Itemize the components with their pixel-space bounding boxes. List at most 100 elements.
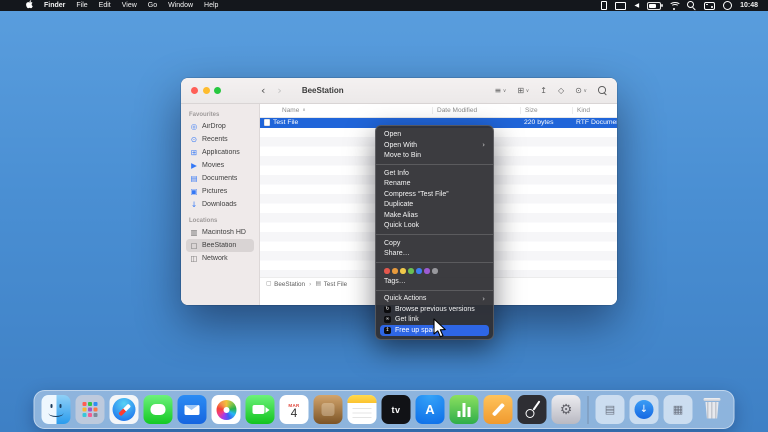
path-crumb-test-file[interactable]: ▤ Test File [316,281,348,288]
dock-item-safari[interactable] [109,395,139,424]
menubar-item-file[interactable]: File [76,2,87,9]
versions-icon: ↻ [384,305,391,313]
view-list-button[interactable]: ≡ ∨ [495,86,507,95]
context-menu-item-rename[interactable]: Rename [376,179,493,190]
tag-dot-1[interactable] [392,268,398,274]
menubar-clock[interactable]: 10:48 [740,2,758,9]
spotlight-search-icon[interactable] [687,1,696,11]
sidebar-item-airdrop[interactable]: ◎ AirDrop [186,120,254,133]
file-icon [264,119,270,127]
dock-item-garageband[interactable] [517,395,547,424]
menubar-item-window[interactable]: Window [168,2,193,9]
dock-item-app-store[interactable]: A [415,395,445,424]
menubar-status-area: ◀ 10:48 [601,1,758,11]
column-headers: Name ∧ Date Modified Size Kind [260,104,617,118]
context-menu-item-browse-previous-versions[interactable]: ↻ Browse previous versions [376,304,493,315]
close-button[interactable] [191,87,198,94]
menubar-item-go[interactable]: Go [148,2,157,9]
dock-item-app-brown[interactable] [313,395,343,424]
back-button[interactable]: ‹ [261,85,265,96]
sidebar-item-documents[interactable]: ▤ Documents [186,172,254,185]
context-menu-item-quick-look[interactable]: Quick Look [376,221,493,232]
sidebar: Favourites ◎ AirDrop ⊙ Recents ⊞ Applicatio… [181,104,260,305]
column-header-size[interactable]: Size [520,107,572,114]
calendar-day: 4 [290,406,298,420]
context-menu-item-get-info[interactable]: Get Info [376,168,493,179]
window-titlebar[interactable]: ‹ › BeeStation ≡ ∨ ⊞ ∨ ↥ ◇ ⊙ ∨ [181,78,617,104]
context-menu-item-quick-actions[interactable]: Quick Actions › [376,294,493,305]
user-menu-icon[interactable] [723,1,733,10]
dock-item-system-settings[interactable]: ⚙ [551,395,581,424]
column-header-name[interactable]: Name ∧ [260,107,432,114]
dock-item-mail[interactable] [177,395,207,424]
sidebar-item-beestation[interactable]: ▢ BeeStation [186,239,254,252]
phone-mirroring-icon[interactable] [601,1,608,10]
dock-item-apple-tv[interactable]: tv [381,395,411,424]
dock-item-photos[interactable] [211,395,241,424]
column-header-date-modified[interactable]: Date Modified [432,107,520,114]
context-menu-item-share[interactable]: Share… [376,249,493,260]
dock-item-downloads[interactable]: ↓ [629,395,659,424]
context-menu-item-compress[interactable]: Compress “Test File” [376,189,493,200]
tag-dot-5[interactable] [424,268,430,274]
recents-icon: ⊙ [190,134,198,144]
volume-icon[interactable]: ◀ [634,2,639,9]
menubar-item-view[interactable]: View [122,2,137,9]
menubar-item-finder[interactable]: Finder [44,2,65,9]
sidebar-item-applications[interactable]: ⊞ Applications [186,146,254,159]
desktop: Finder File Edit View Go Window Help ◀ 1… [0,0,768,432]
download-arrow-icon: ↓ [634,400,654,419]
context-menu-item-open[interactable]: Open [376,130,493,141]
context-menu-item-copy[interactable]: Copy [376,238,493,249]
dock-item-folder-2[interactable]: ▦ [663,395,693,424]
dock-item-numbers[interactable] [449,395,479,424]
sidebar-item-recents[interactable]: ⊙ Recents [186,133,254,146]
menubar-item-help[interactable]: Help [204,2,218,9]
wifi-icon[interactable] [669,1,682,10]
sidebar-item-macintosh-hd[interactable]: ▥ Macintosh HD [186,226,254,239]
sidebar-item-pictures[interactable]: ▣ Pictures [186,185,254,198]
dock-item-finder[interactable] [41,395,71,424]
dock-item-messages[interactable] [143,395,173,424]
context-menu-item-duplicate[interactable]: Duplicate [376,200,493,211]
apple-logo-icon[interactable] [26,0,33,11]
actions-button[interactable]: ⊙ ∨ [575,86,587,95]
view-group-button[interactable]: ⊞ ∨ [517,86,529,95]
dock-item-pages[interactable] [483,395,513,424]
dock-item-launchpad[interactable] [75,395,105,424]
tag-dot-6[interactable] [432,268,438,274]
menubar: Finder File Edit View Go Window Help ◀ 1… [0,0,768,11]
context-menu-item-open-with[interactable]: Open With › [376,140,493,151]
column-header-kind[interactable]: Kind [572,107,617,114]
context-menu-item-move-to-bin[interactable]: Move to Bin [376,151,493,162]
dock-item-trash[interactable] [698,395,727,424]
documents-icon: ▤ [190,173,198,183]
sidebar-item-movies[interactable]: ▶ Movies [186,159,254,172]
tag-dot-0[interactable] [384,268,390,274]
dock-item-calendar[interactable]: MAR 4 [279,395,309,424]
path-crumb-beestation[interactable]: ▢ BeeStation [266,281,305,288]
zoom-button[interactable] [214,87,221,94]
menubar-item-edit[interactable]: Edit [99,2,111,9]
tag-dot-2[interactable] [400,268,406,274]
sidebar-item-network[interactable]: ◫ Network [186,252,254,265]
battery-icon[interactable] [647,1,663,10]
file-kind: RTF Document [576,119,617,127]
tags-button[interactable]: ◇ [558,86,564,95]
dock-item-notes[interactable] [347,395,377,424]
context-menu-item-tags[interactable]: Tags… [376,276,493,287]
minimize-button[interactable] [202,87,210,94]
screen-mirroring-icon[interactable] [615,1,627,10]
share-button[interactable]: ↥ [540,86,547,95]
sidebar-item-downloads[interactable]: ↓ Downloads [186,198,254,211]
dock-item-folder-1[interactable]: ▤ [595,395,625,424]
dock-item-facetime[interactable] [245,395,275,424]
forward-button[interactable]: › [277,85,281,96]
dock: MAR 4 tv A ⚙ ▤ ↓ ▦ [33,390,735,429]
tag-dot-4[interactable] [416,268,422,274]
control-center-icon[interactable] [704,1,716,10]
search-icon[interactable] [598,86,607,96]
context-menu-item-make-alias[interactable]: Make Alias [376,210,493,221]
tag-dot-3[interactable] [408,268,414,274]
menu-separator [376,262,493,263]
